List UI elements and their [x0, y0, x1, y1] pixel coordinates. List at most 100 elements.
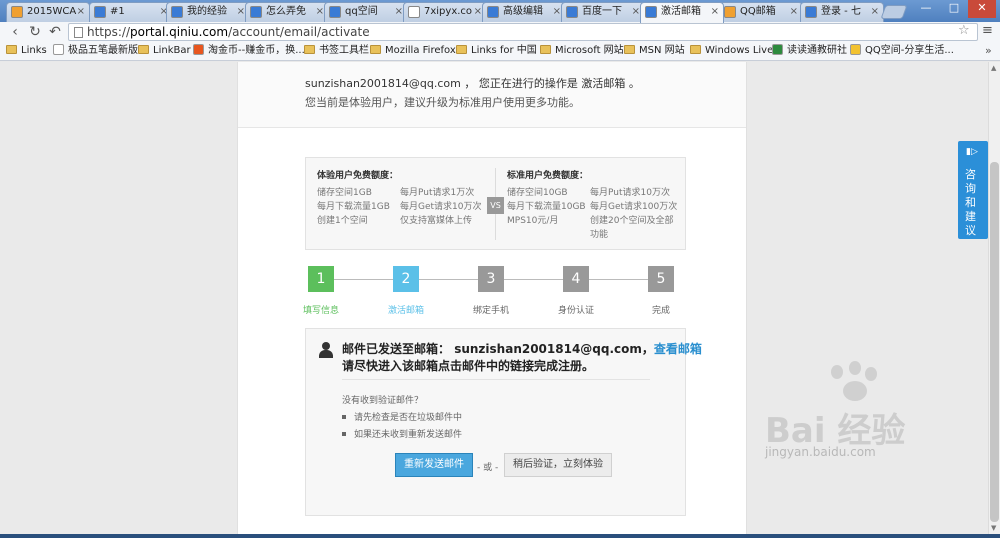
step-3-label: 绑定手机: [472, 306, 509, 316]
tab-close-icon[interactable]: ×: [553, 3, 561, 21]
tab[interactable]: #1 ×: [89, 2, 173, 22]
vertical-scrollbar[interactable]: ▲ ▼: [988, 62, 1000, 534]
bookmark-item[interactable]: 极品五笔最新版: [53, 44, 138, 58]
close-window-button[interactable]: ✕: [968, 0, 996, 18]
tab-close-icon[interactable]: ×: [474, 3, 482, 21]
bookmark-label: Links: [21, 45, 47, 56]
tab[interactable]: 百度一下 ×: [561, 2, 645, 22]
tab[interactable]: 激活邮箱 ×: [640, 2, 724, 23]
quota-line: 每月下载流量10GB: [507, 202, 586, 212]
verify-later-button[interactable]: 稍后验证，立刻体验: [504, 453, 612, 477]
feedback-label: 咨询和建议: [965, 168, 976, 237]
bookmark-item[interactable]: LinkBar: [138, 44, 191, 58]
new-tab-button[interactable]: [880, 5, 908, 19]
tab-favicon-icon: [724, 6, 736, 18]
bookmark-item[interactable]: QQ空间-分享生活...: [850, 44, 954, 58]
feedback-button[interactable]: ▮▷ 咨询和建议: [958, 141, 988, 239]
tip-item: 如果还未收到重新发送邮件: [342, 427, 462, 440]
bookmark-item[interactable]: Windows Live: [690, 44, 773, 58]
bookmark-item[interactable]: Microsoft 网站: [540, 44, 624, 58]
tab[interactable]: QQ邮箱 ×: [719, 2, 803, 22]
bookmark-item[interactable]: Links for 中国: [456, 44, 537, 58]
quota-line: 功能: [590, 230, 609, 240]
tab[interactable]: 7xipyx.co ×: [403, 2, 487, 22]
quota-line: 每月下载流量1GB: [317, 202, 390, 212]
resend-email-button[interactable]: 重新发送邮件: [395, 453, 473, 477]
standard-quota-title: 标准用户免费额度：: [507, 171, 589, 181]
progress-steps: 1 填写信息 2 激活邮箱 3 绑定手机 4 身份认证 5 完成: [303, 266, 678, 316]
scroll-up-icon[interactable]: ▲: [991, 64, 996, 72]
tab-close-icon[interactable]: ×: [632, 3, 640, 21]
step-1-label: 填写信息: [302, 306, 339, 316]
tab-close-icon[interactable]: ×: [395, 3, 403, 21]
folder-icon: [624, 45, 635, 54]
tab[interactable]: 我的经验 ×: [166, 2, 250, 22]
tab-favicon-icon: [805, 6, 817, 18]
folder-icon: [138, 45, 149, 54]
folder-icon: [304, 45, 315, 54]
bookmark-star-icon[interactable]: ☆: [958, 23, 970, 38]
bookmark-label: 读读通教研社: [787, 45, 847, 56]
divider: [342, 379, 650, 380]
tab[interactable]: qq空间 ×: [324, 2, 408, 22]
tab-close-icon[interactable]: ×: [237, 3, 245, 21]
tip-item: 请先检查是否在垃圾邮件中: [342, 410, 462, 423]
sent-prefix: 邮件已发送至邮箱：: [342, 342, 451, 356]
bookmark-label: Mozilla Firefox: [385, 45, 456, 56]
quota-comparison: 体验用户免费额度： 储存空间1GB 每月下载流量1GB 创建1个空间 每月Put请求…: [305, 157, 686, 250]
green-icon: [772, 44, 783, 55]
bookmark-label: 书签工具栏: [319, 45, 369, 56]
quota-line: 每月Put请求1万次: [400, 188, 475, 198]
tab-close-icon[interactable]: ×: [711, 3, 719, 21]
tab[interactable]: 2015WCA ×: [6, 2, 90, 22]
tab-strip: 2015WCA × #1 × 我的经验 × 怎么弄免 × qq空间 × 7xipyx.co × 高级编辑…: [0, 0, 1000, 23]
folder-icon: [6, 45, 17, 54]
os-taskbar: [0, 534, 1000, 538]
tab-close-icon[interactable]: ×: [790, 3, 798, 21]
url-scheme: https://: [87, 25, 131, 39]
bookmark-label: 极品五笔最新版: [68, 45, 138, 56]
folder-icon: [370, 45, 381, 54]
mail-instruction: 请尽快进入该邮箱点击邮件中的链接完成注册。: [342, 359, 595, 373]
bookmark-item[interactable]: Mozilla Firefox: [370, 44, 456, 58]
maximize-button[interactable]: □: [940, 0, 968, 18]
reload-icon[interactable]: ↻: [26, 23, 44, 41]
page-icon: [53, 44, 64, 55]
bookmark-label: 淘金币--赚金币，换...: [208, 45, 305, 56]
menu-icon[interactable]: ≡: [982, 24, 994, 38]
tab[interactable]: 高级编辑 ×: [482, 2, 566, 22]
standard-quota-col2: 每月Put请求10万次 每月Get请求100万次 创建20个空间及全部 功能: [590, 186, 677, 242]
minimize-button[interactable]: —: [912, 0, 940, 18]
quota-line: 创建20个空间及全部: [590, 216, 674, 226]
address-bar[interactable]: https://portal.qiniu.com/account/email/a…: [68, 23, 978, 41]
step-2-badge: 2: [393, 266, 419, 292]
user-icon: [319, 342, 333, 358]
step-3-badge: 3: [478, 266, 504, 292]
folder-icon: [690, 45, 701, 54]
card-header: sunzishan2001814@qq.com ， 您正在进行的操作是 激活邮箱…: [238, 62, 746, 128]
tab-close-icon[interactable]: ×: [316, 3, 324, 21]
tab-close-icon[interactable]: ×: [871, 3, 879, 21]
bookmark-item[interactable]: MSN 网站: [624, 44, 685, 58]
scrollbar-thumb[interactable]: [990, 162, 999, 522]
baidu-watermark: Bai 经验 jingyan.baidu.com: [745, 361, 985, 465]
bookmark-label: QQ空间-分享生活...: [865, 45, 954, 56]
scroll-down-icon[interactable]: ▼: [991, 524, 996, 532]
speaker-icon: ▮▷: [966, 147, 978, 157]
tab[interactable]: 怎么弄免 ×: [245, 2, 329, 22]
tab-favicon-icon: [171, 6, 183, 18]
bookmark-item[interactable]: 读读通教研社: [772, 44, 847, 58]
bookmark-item[interactable]: Links: [6, 44, 47, 58]
quota-line: 每月Put请求10万次: [590, 188, 670, 198]
bookmarks-more-icon[interactable]: »: [985, 44, 992, 57]
quota-line: 每月Get请求100万次: [590, 202, 678, 212]
bookmark-item[interactable]: 淘金币--赚金币，换...: [193, 44, 305, 58]
tab-close-icon[interactable]: ×: [77, 3, 85, 21]
undo-icon[interactable]: ↶: [46, 23, 64, 41]
back-arrow-icon[interactable]: ‹: [6, 23, 24, 41]
bookmark-item[interactable]: 书签工具栏: [304, 44, 369, 58]
operation-suffix: 。: [628, 77, 640, 90]
tab[interactable]: 登录 - 七 ×: [800, 2, 884, 22]
quota-line: 创建1个空间: [317, 216, 368, 226]
check-mailbox-link[interactable]: 查看邮箱: [654, 342, 702, 356]
